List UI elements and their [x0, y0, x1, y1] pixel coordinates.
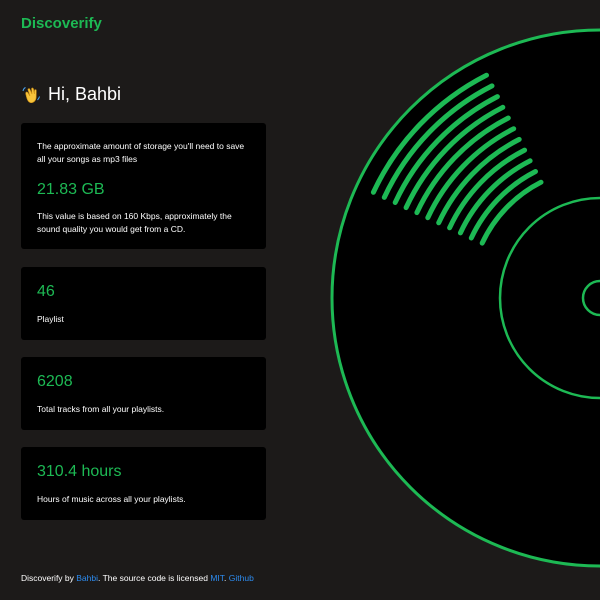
vinyl-groove-arc — [457, 158, 533, 236]
tracks-value: 6208 — [37, 373, 73, 390]
vinyl-grooves — [370, 72, 544, 246]
vinyl-groove-arc — [381, 83, 495, 200]
greeting: Hi, Bahbi — [21, 84, 121, 105]
vinyl-groove-arc — [479, 179, 544, 246]
storage-note: This value is based on 160 Kbps, approxi… — [37, 211, 232, 234]
footer-prefix: Discoverify by — [21, 573, 77, 583]
storage-value: 21.83 GB — [37, 181, 105, 198]
vinyl-groove-arc — [468, 169, 538, 241]
vinyl-groove-arc — [414, 115, 511, 216]
vinyl-groove-arc — [436, 136, 522, 226]
footer: Discoverify by Bahbi. The source code is… — [21, 573, 254, 583]
hours-card: 310.4 hours Hours of music across all yo… — [21, 447, 266, 520]
storage-card: The approximate amount of storage you'll… — [21, 123, 266, 249]
hours-label: Hours of music across all your playlists… — [37, 494, 186, 504]
vinyl-groove-arc — [425, 126, 517, 221]
vinyl-groove-arc — [447, 147, 528, 231]
playlists-label: Playlist — [37, 314, 64, 324]
vinyl-label-ring — [498, 196, 600, 400]
footer-middle: . The source code is licensed — [98, 573, 211, 583]
playlists-card: 46 Playlist — [21, 267, 266, 340]
storage-description: The approximate amount of storage you'll… — [37, 141, 245, 164]
vinyl-groove-arc — [392, 94, 500, 205]
license-link[interactable]: MIT — [210, 573, 224, 583]
waving-hand-icon — [22, 86, 40, 103]
tracks-card: 6208 Total tracks from all your playlist… — [21, 357, 266, 430]
tracks-label: Total tracks from all your playlists. — [37, 404, 165, 414]
author-link[interactable]: Bahbi — [76, 573, 98, 583]
vinyl-spindle — [581, 279, 600, 317]
brand-logo[interactable]: Discoverify — [21, 15, 102, 32]
playlists-value: 46 — [37, 283, 55, 300]
greeting-text: Hi, Bahbi — [48, 84, 122, 104]
vinyl-groove-arc — [403, 104, 506, 211]
hours-value: 310.4 hours — [37, 463, 122, 480]
vinyl-disc — [330, 28, 600, 568]
page: Discoverify Hi, Bahbi The approximate am… — [0, 0, 600, 600]
vinyl-groove-arc — [370, 72, 489, 195]
github-link[interactable]: Github — [229, 573, 254, 583]
